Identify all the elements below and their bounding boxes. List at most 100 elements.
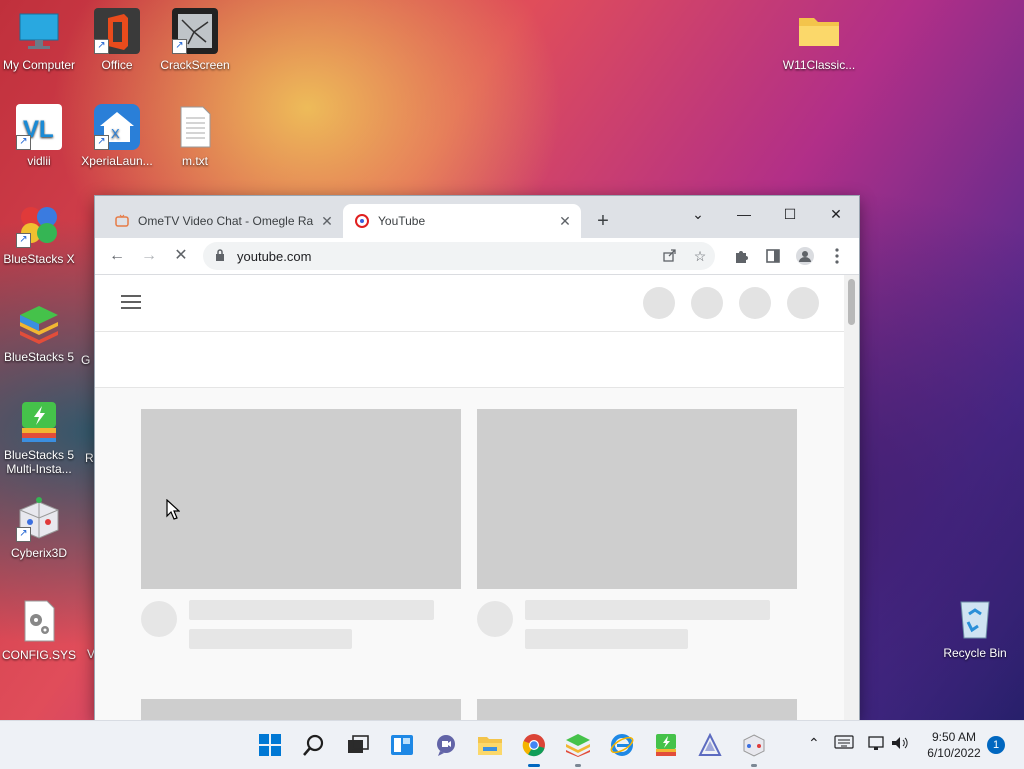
desktop-icon-my-computer[interactable]: My Computer [0,8,81,72]
scrollbar-thumb[interactable] [848,279,855,325]
cyberix3d-icon[interactable] [738,729,770,767]
address-bar[interactable]: youtube.com ☆ [203,242,715,270]
title-placeholder [525,600,770,620]
bluestacks-multi-instance-icon[interactable] [650,729,682,761]
desktop-icon-label: vidlii [27,154,51,168]
vertical-scrollbar[interactable] [844,275,859,720]
video-grid [95,388,844,720]
desktop-icon-crackscreen[interactable]: ↗ CrackScreen [153,8,237,72]
extensions-icon[interactable] [729,244,753,268]
mouse-cursor-icon [166,498,181,526]
video-thumbnail-placeholder[interactable] [141,409,461,589]
meta-placeholder [189,629,352,649]
video-thumbnail-placeholder[interactable] [141,699,461,720]
url-text[interactable]: youtube.com [237,249,655,264]
running-app-indicator [751,764,757,767]
search-icon[interactable] [298,729,330,761]
desktop-icon-partial-label: R [85,451,94,465]
tab-youtube[interactable]: YouTube ✕ [343,204,581,238]
internet-explorer-icon[interactable] [606,729,638,761]
minimize-button[interactable]: — [721,200,767,228]
cyberix3d-icon: ↗ [16,496,62,542]
text-file-icon [172,104,218,150]
hamburger-menu-icon[interactable] [121,295,141,309]
lock-icon[interactable] [215,248,229,264]
tab-title: YouTube [378,214,426,228]
cracked-phone-icon: ↗ [172,8,218,54]
desktop-icon-vidlii[interactable]: VL ↗ vidlii [0,104,81,168]
tab-close-button[interactable]: ✕ [557,213,573,230]
tab-search-button[interactable]: ⌄ [675,200,721,228]
notification-badge[interactable]: 1 [987,736,1005,754]
desktop-icon-label: BlueStacks X [3,252,75,266]
desktop-icon-label: XperiaLaun... [81,154,153,168]
bookmark-star-icon[interactable]: ☆ [685,248,715,265]
tab-close-button[interactable]: ✕ [319,213,335,230]
bluestacks-icon[interactable] [562,729,594,767]
side-panel-icon[interactable] [761,244,785,268]
menu-icon[interactable] [825,244,849,268]
browser-toolbar: ← → ✕ youtube.com ☆ [95,238,859,275]
widgets-icon[interactable] [386,729,418,761]
header-placeholder-circle [787,287,819,319]
desktop-icon-partial-label: G [81,353,91,367]
desktop-icon-config-sys[interactable]: CONFIG.SYS [0,598,81,662]
desktop-icon-recycle-bin[interactable]: Recycle Bin [933,596,1017,660]
chrome-window: OmeTV Video Chat - Omegle Ra ✕ YouTube ✕… [95,196,859,720]
tab-ometv[interactable]: OmeTV Video Chat - Omegle Ra ✕ [103,204,343,238]
desktop-icon-w11classic[interactable]: W11Classic... [777,8,861,72]
shortcut-arrow-icon: ↗ [16,527,31,542]
desktop-icon-label: m.txt [182,154,208,168]
desktop-icon-partial-label: V [87,647,96,661]
header-placeholder-circle [739,287,771,319]
folder-icon [796,8,842,54]
teams-chat-icon[interactable] [430,729,462,761]
aurora-icon[interactable] [694,729,726,761]
video-thumbnail-placeholder[interactable] [477,699,797,720]
share-icon[interactable] [655,248,685,265]
config-file-icon [16,598,62,644]
office-icon: ↗ [94,8,140,54]
bluestacks-multi-instance-icon [16,398,62,444]
network-icon[interactable] [866,735,886,754]
new-tab-button[interactable]: + [593,210,613,233]
channel-avatar-placeholder [141,601,177,637]
system-clock[interactable]: 9:50 AM 6/10/2022 [916,729,992,761]
desktop-icon-office[interactable]: ↗ Office [75,8,159,72]
page-content [95,275,859,720]
desktop-icon-label: Cyberix3D [10,546,67,560]
desktop-icon-label: W11Classic... [782,58,856,72]
title-placeholder [189,600,434,620]
task-view-icon[interactable] [342,729,374,761]
desktop-icon-m-txt[interactable]: m.txt [153,104,237,168]
video-thumbnail-placeholder[interactable] [477,409,797,589]
desktop-icon-label: My Computer [2,58,76,72]
back-button[interactable]: ← [105,244,129,268]
show-hidden-icons-chevron[interactable]: ⌃ [808,735,820,752]
clock-time: 9:50 AM [931,730,977,744]
chrome-icon[interactable] [518,729,550,767]
desktop-icon-bluestacks-5[interactable]: BlueStacks 5 [0,300,81,364]
desktop-icon-label: BlueStacks 5 [3,350,75,364]
stop-loading-button[interactable]: ✕ [169,244,193,268]
forward-button[interactable]: → [137,244,161,268]
taskbar: ⌃ 9:50 AM 6/10/2022 1 [0,720,1024,769]
clock-date: 6/10/2022 [927,746,981,760]
profile-icon[interactable] [793,244,817,268]
desktop-icon-bluestacks-5-multi[interactable]: BlueStacks 5 Multi-Insta... [0,398,81,476]
youtube-favicon-icon [355,214,369,228]
bluestacks-icon [16,300,62,346]
header-placeholder-circle [691,287,723,319]
keyboard-icon[interactable] [834,735,854,752]
desktop-icon-xperia[interactable]: X ↗ XperiaLaun... [75,104,159,168]
desktop-icon-cyberix3d[interactable]: ↗ Cyberix3D [0,496,81,560]
file-explorer-icon[interactable] [474,729,506,761]
desktop-icon-bluestacks-x[interactable]: ↗ BlueStacks X [0,202,81,266]
close-window-button[interactable]: ✕ [813,200,859,228]
start-icon[interactable] [254,729,286,761]
channel-avatar-placeholder [477,601,513,637]
maximize-button[interactable]: ☐ [767,200,813,228]
xperia-launcher-icon: X ↗ [94,104,140,150]
volume-icon[interactable] [890,735,910,754]
shortcut-arrow-icon: ↗ [16,135,31,150]
